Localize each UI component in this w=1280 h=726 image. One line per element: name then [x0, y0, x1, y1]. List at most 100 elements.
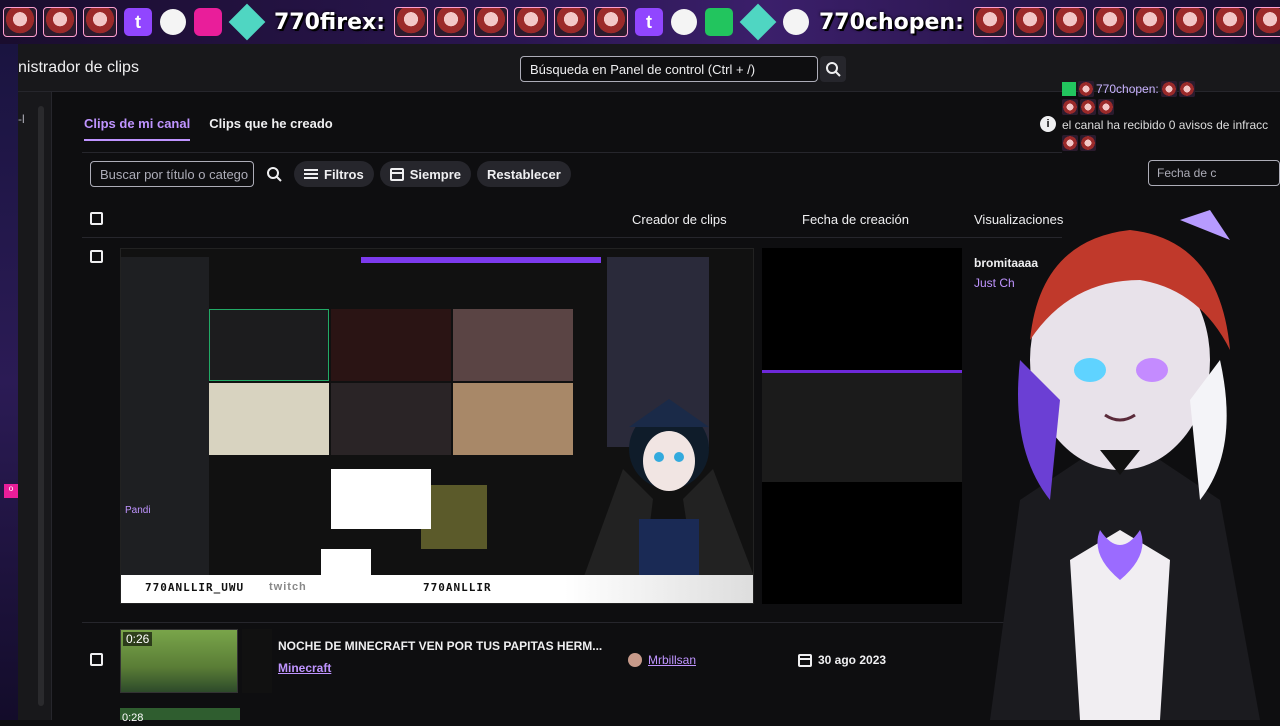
clip-creator-link[interactable]: Mrbillsan — [628, 653, 696, 667]
page-title: nistrador de clips — [18, 59, 139, 76]
video-call-grid — [209, 309, 573, 455]
scrollbar[interactable] — [38, 106, 44, 706]
emote-icon — [1012, 7, 1047, 37]
emote-icon — [594, 7, 628, 37]
table-row[interactable]: 0:26 NOCHE DE MINECRAFT VEN POR TUS PAPI… — [82, 622, 1062, 693]
panda-icon — [671, 9, 697, 35]
emote-icon — [43, 7, 77, 37]
chat-username: 770chopen: — [1096, 82, 1159, 96]
clips-manager-panel: Clips de mi canal Clips que he creado Bu… — [52, 92, 1063, 724]
emote-icon — [1172, 7, 1207, 37]
gem-icon — [739, 3, 777, 41]
call-tile — [209, 383, 329, 455]
clip-thumbnail-secondary — [242, 629, 272, 693]
calendar-icon — [798, 654, 812, 667]
emote-icon — [1078, 81, 1094, 97]
tab-my-channel-clips[interactable]: Clips de mi canal — [84, 116, 191, 141]
banner-emotes-right — [970, 0, 1280, 44]
call-tile — [453, 383, 573, 455]
clip-secondary-preview — [762, 248, 962, 604]
filter-bar: Buscar por título o catego Filtros Siemp… — [90, 160, 571, 188]
emote-icon — [972, 7, 1007, 37]
calendar-icon — [389, 168, 404, 181]
row-checkbox[interactable] — [90, 653, 103, 666]
clip-thumbnail-partial[interactable]: 0:28 — [120, 708, 240, 724]
emote-icon — [1080, 135, 1096, 151]
chat-line: 770chopen: — [1062, 80, 1280, 98]
emote-icon — [1062, 99, 1078, 115]
clip-game-link[interactable]: Minecraft — [278, 661, 331, 675]
emote-icon — [1052, 7, 1087, 37]
clip-date: 30 ago 2023 — [798, 653, 886, 667]
clip-search-button[interactable] — [260, 160, 288, 188]
chat-username: 770firex: — [274, 9, 385, 35]
date-range-button[interactable]: Siempre — [379, 161, 472, 187]
table-header: Creador de clips Fecha de creación Visua… — [82, 200, 1063, 238]
filters-label: Filtros — [324, 166, 364, 182]
emote-icon — [514, 7, 548, 37]
filters-button[interactable]: Filtros — [294, 161, 374, 187]
clip-creator-name: Mrbillsan — [648, 653, 697, 667]
emote-icon — [1212, 7, 1247, 37]
emote-icon — [434, 7, 468, 37]
dashboard-search-input[interactable]: Búsqueda en Panel de control (Ctrl + /) — [520, 56, 818, 82]
column-creator[interactable]: Creador de clips — [632, 212, 727, 227]
overlay-handle-left: 770ANLLIR_UWU — [145, 581, 245, 594]
skull-icon — [783, 9, 809, 35]
banner-emotes-left: t — [0, 0, 268, 44]
emote-icon — [1252, 7, 1280, 37]
chat-line — [1062, 134, 1280, 152]
column-date[interactable]: Fecha de creación — [802, 212, 909, 227]
sword-icon — [705, 8, 733, 36]
youtube-popup — [331, 469, 431, 529]
clip-date-text: 30 ago 2023 — [818, 653, 887, 667]
date-sort-dropdown[interactable]: Fecha de c — [1148, 160, 1280, 186]
emote-icon — [1132, 7, 1167, 37]
call-tile — [209, 309, 329, 381]
row-checkbox[interactable] — [90, 250, 103, 263]
vtuber-avatar-overlay — [990, 210, 1260, 720]
avatar — [628, 653, 642, 667]
sliders-icon — [304, 169, 318, 179]
gem-icon — [228, 3, 266, 41]
search-icon — [267, 167, 282, 182]
nav-collapse-icon[interactable]: -l — [18, 112, 25, 126]
emote-icon — [3, 7, 37, 37]
emote-icon — [1080, 99, 1096, 115]
clip-thumbnail[interactable]: 0:26 — [120, 629, 238, 693]
clip-search-input[interactable]: Buscar por título o catego — [90, 161, 254, 187]
clip-duration: 0:26 — [123, 632, 153, 646]
clip-title[interactable]: NOCHE DE MINECRAFT VEN POR TUS PAPITAS H… — [278, 639, 602, 653]
twitch-logo-icon: t — [124, 8, 152, 36]
overlay-chat: 770chopen: el canal ha recibido 0 avisos… — [1062, 80, 1280, 220]
call-tile — [453, 309, 573, 381]
chat-line: el canal ha recibido 0 avisos de infracc — [1062, 116, 1280, 134]
emote-icon — [1178, 81, 1195, 97]
clip3-duration: 0:28 — [122, 712, 144, 724]
twitch-logo-icon: t — [635, 8, 663, 36]
discord-sidebar-image — [121, 257, 209, 597]
chat-username: 770chopen: — [819, 9, 964, 35]
overlay-footer: 770ANLLIR_UWU twitch 770ANLLIR — [121, 575, 753, 603]
side-nav: -l — [18, 92, 52, 720]
divider — [82, 152, 1062, 153]
overlay-stripe — [361, 257, 601, 263]
emote-icon — [394, 7, 428, 37]
emote-icon — [1160, 81, 1177, 97]
clip-tabs: Clips de mi canal Clips que he creado — [84, 116, 333, 141]
tab-clips-i-created[interactable]: Clips que he creado — [209, 116, 333, 141]
select-all-checkbox[interactable] — [90, 212, 103, 225]
overlay-left-strip: o — [0, 44, 18, 720]
info-icon[interactable]: i — [1040, 116, 1056, 132]
emote-icon — [1062, 135, 1078, 151]
overlay-twitch-label: twitch — [269, 581, 307, 593]
call-tile — [331, 383, 451, 455]
reset-button[interactable]: Restablecer — [477, 161, 571, 187]
clip-preview-player[interactable]: 770ANLLIR_UWU twitch 770ANLLIR Pandi — [120, 248, 754, 604]
vtuber-avatar-image — [583, 399, 753, 579]
panda-icon — [160, 9, 186, 35]
emote-icon — [474, 7, 508, 37]
search-button[interactable] — [820, 56, 846, 82]
sword-icon — [1062, 82, 1076, 96]
heart-icon — [194, 8, 222, 36]
